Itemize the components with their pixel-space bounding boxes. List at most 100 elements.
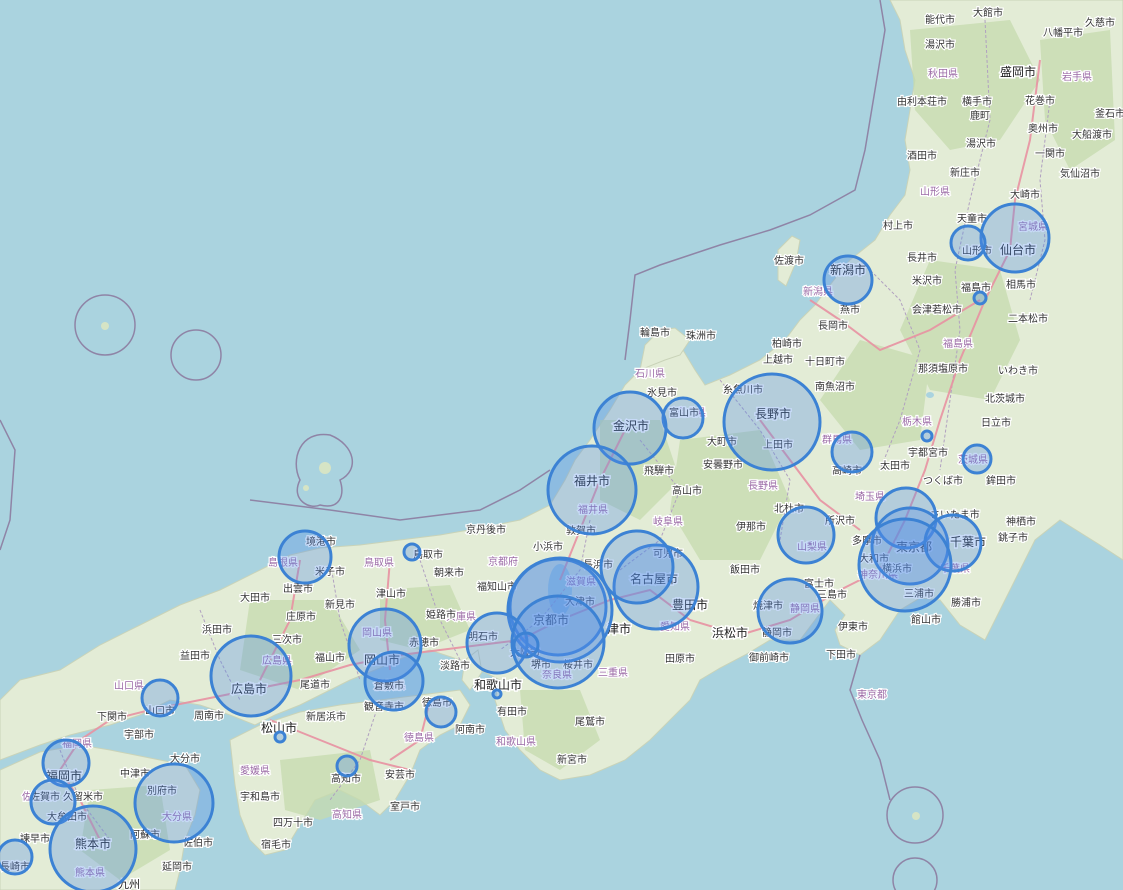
city-label: 有田市 <box>497 705 527 718</box>
city-label: 宇部市 <box>124 728 154 741</box>
pref-label: 三重県 <box>598 666 628 679</box>
city-label: 津山市 <box>376 587 406 600</box>
pref-label: 京都府 <box>488 555 518 568</box>
marker-tsu[interactable]: 津市 <box>599 529 675 605</box>
marker-tokushima[interactable]: 徳島市 <box>424 695 458 729</box>
marker-fukushima[interactable]: 福島市 <box>972 290 988 306</box>
marker-takamatsu[interactable]: 高松市 <box>363 650 425 712</box>
city-label: 二本松市 <box>1008 312 1048 325</box>
city-label: 室戸市 <box>390 800 420 813</box>
city-label: 珠洲市 <box>686 329 716 342</box>
marker-matsuyama[interactable]: 松山市 <box>273 730 287 744</box>
city-label: 下田市 <box>826 648 856 661</box>
marker-kochi[interactable]: 高知市 <box>335 754 359 778</box>
marker-utsunomiya[interactable]: 宇都宮市 <box>920 429 934 443</box>
japan-map[interactable]: 秋田県 岩手県 山形県 宮城県 新潟県 福島県 石川県 富山県 群馬県 栃木県 … <box>0 0 1123 890</box>
city-label: 新見市 <box>325 598 355 611</box>
city-label: 田原市 <box>665 652 695 665</box>
marker-yamaguchi[interactable]: 山口市 <box>140 678 180 718</box>
city-label: 高山市 <box>672 484 702 497</box>
city-label: 釜石市 <box>1095 107 1123 120</box>
city-label: 淡路市 <box>440 659 470 672</box>
city-label: 鹿町 <box>970 109 990 122</box>
city-label: 氷見市 <box>647 386 677 399</box>
marker-oita[interactable]: 大分市 <box>133 762 215 844</box>
marker-matsue[interactable]: 松江市 <box>277 529 333 585</box>
city-label: 伊東市 <box>838 620 868 633</box>
city-label: 八幡平市 <box>1043 26 1083 39</box>
city-label: 益田市 <box>180 649 210 662</box>
marker-niigata[interactable]: 新潟市 <box>822 254 874 306</box>
marker-hiroshima[interactable]: 広島市 <box>209 634 293 718</box>
marker-wakayama[interactable]: 和歌山市 <box>491 688 503 700</box>
city-label: 宿毛市 <box>261 838 291 851</box>
city-label: 新宮市 <box>557 753 587 766</box>
pref-label: 山口県 <box>114 680 144 692</box>
city-label: 朝来市 <box>434 566 464 579</box>
city-label: 勝浦市 <box>951 596 981 609</box>
city-label: 能代市 <box>925 13 955 26</box>
city-label: 横手市 <box>962 95 992 108</box>
city-label: 酒田市 <box>907 149 937 162</box>
city-label: 会津若松市 <box>912 303 962 316</box>
city-label: 庄原市 <box>286 610 316 623</box>
marker-toyama[interactable]: 富山市 <box>661 396 705 440</box>
marker-gunma[interactable]: 高崎市 <box>830 430 874 474</box>
pref-label: 鳥取県 <box>364 556 394 569</box>
city-label: 延岡市 <box>162 860 192 873</box>
city-label: 相馬市 <box>1006 278 1036 291</box>
city-label: 上越市 <box>763 353 793 366</box>
marker-kumamoto[interactable]: 熊本市 <box>48 804 138 890</box>
pref-label: 高知県 <box>332 808 362 821</box>
city-label: 南魚沼市 <box>815 380 855 393</box>
city-label: 宇都宮市 <box>908 446 948 459</box>
city-label: 姫路市 <box>426 608 456 621</box>
city-label: つくば市 <box>923 474 963 487</box>
marker-shizuoka[interactable]: 静岡市 <box>756 577 824 645</box>
city-label: 尾鷲市 <box>575 715 605 728</box>
pref-label: 福島県 <box>943 337 973 350</box>
marker-nagasaki[interactable]: 長崎市 <box>0 838 34 876</box>
city-label: 湯沢市 <box>925 38 955 51</box>
pref-label: 岐阜県 <box>653 515 683 528</box>
city-label: 日立市 <box>981 416 1011 429</box>
pref-label: 栃木県 <box>902 415 932 428</box>
city-label: 下関市 <box>97 710 127 723</box>
marker-fukui[interactable]: 福井市 <box>546 444 638 536</box>
pref-label: 東京都 <box>857 688 887 701</box>
marker-yokohama[interactable]: 横浜市 <box>857 517 953 613</box>
city-label: 湯沢市 <box>966 137 996 150</box>
city-label: 福山市 <box>315 651 345 664</box>
city-label: 那須塩原市 <box>918 362 968 375</box>
lake <box>926 392 934 398</box>
city-label: 長井市 <box>907 251 937 264</box>
pref-label: 山形県 <box>920 186 950 198</box>
city-label: 柏崎市 <box>772 337 802 350</box>
city-label: 尾道市 <box>300 678 330 691</box>
marker-nagano[interactable]: 長野市 <box>722 372 822 472</box>
city-label: 三島市 <box>817 588 847 601</box>
city-label: 神栖市 <box>1006 515 1036 528</box>
city-label: 安曇野市 <box>703 458 743 471</box>
city-label: 気仙沼市 <box>1060 167 1100 180</box>
city-label: 佐渡市 <box>774 254 804 267</box>
city-label: 太田市 <box>880 459 910 472</box>
marker-yamagata[interactable]: 山形市 <box>949 224 987 262</box>
pref-label: 秋田県 <box>928 67 958 80</box>
city-label: 久慈市 <box>1085 16 1115 29</box>
city-label: 浜松市 <box>712 625 748 640</box>
city-label: 北茨城市 <box>985 392 1025 405</box>
city-label: 花巻市 <box>1025 94 1055 107</box>
marker-ibaraki[interactable]: 水戸市 <box>961 443 993 475</box>
city-label: 伊那市 <box>736 520 766 533</box>
city-label: 輪島市 <box>640 326 670 339</box>
marker-yamanashi[interactable]: 甲府市 <box>776 505 836 565</box>
marker-kobe[interactable]: 神戸市 <box>512 631 540 659</box>
city-label: 小浜市 <box>533 540 563 553</box>
city-label: 十日町市 <box>805 355 845 368</box>
city-label: 四万十市 <box>273 816 313 829</box>
marker-sendai[interactable]: 仙台市 <box>979 202 1051 274</box>
city-label: 由利本荘市 <box>897 95 947 108</box>
marker-tottori[interactable]: 鳥取市 <box>402 542 422 562</box>
city-label: 米沢市 <box>912 274 942 287</box>
